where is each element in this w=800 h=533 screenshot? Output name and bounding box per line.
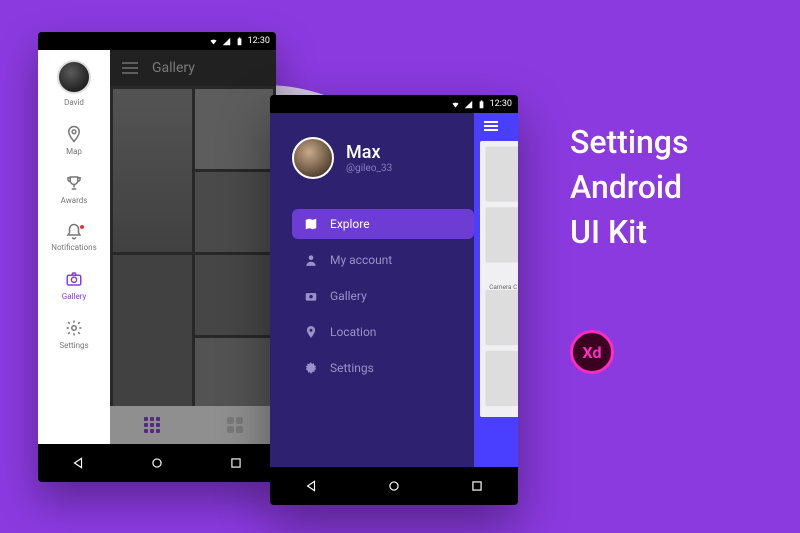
back-icon[interactable] [304,479,318,493]
drawer-menu: Explore My account Gallery Location Sett… [292,209,474,383]
status-time: 12:30 [248,36,270,46]
content-dim-overlay [110,50,276,444]
menu-item-explore[interactable]: Explore [292,209,474,239]
menu-item-account[interactable]: My account [292,245,474,275]
placeholder-thumb [486,207,518,262]
pin-icon [65,125,83,143]
menu-item-label: Gallery [330,289,367,303]
android-nav-bar [270,467,518,505]
promo-line: Settings [570,120,688,165]
user-block[interactable]: Max @gileo_33 [292,137,474,179]
battery-icon [477,100,486,109]
back-icon[interactable] [71,456,85,470]
sidebar-item-label: Map [66,147,82,156]
pin-icon [304,325,318,339]
home-icon[interactable] [387,479,401,493]
gallery-content: Gallery [110,50,276,444]
menu-item-gallery[interactable]: Gallery [292,281,474,311]
status-bar: 12:30 [270,95,518,113]
promo-line: UI Kit [570,210,688,255]
signal-icon [222,37,231,46]
menu-item-label: Settings [330,361,374,375]
placeholder-thumb [486,351,518,406]
gear-icon [65,319,83,337]
peek-label: Camera C [489,284,517,291]
phone-mockup-gallery: 12:30 David Map Awards Notifications Gal… [38,32,276,482]
avatar [292,137,334,179]
home-icon[interactable] [150,456,164,470]
sidebar-item-label: Awards [61,196,88,205]
sidebar-item-notifications[interactable]: Notifications [51,223,96,252]
phone-mockup-drawer: 12:30 Max @gileo_33 Explore My account [270,95,518,505]
gear-icon [304,361,318,375]
sidebar-item-label: Settings [59,341,88,350]
signal-icon [464,100,473,109]
menu-item-location[interactable]: Location [292,317,474,347]
drawer-nav: Max @gileo_33 Explore My account Gallery [270,113,474,467]
sidebar-item-settings[interactable]: Settings [59,319,88,350]
android-nav-bar [38,444,276,482]
placeholder-thumb [486,147,518,202]
promo-title: Settings Android UI Kit [570,120,688,254]
notification-dot-icon [80,225,84,229]
user-handle: @gileo_33 [346,163,392,174]
menu-item-label: My account [330,253,392,267]
peek-card: Camera C [480,141,518,417]
status-bar: 12:30 [38,32,276,50]
menu-item-settings[interactable]: Settings [292,353,474,383]
map-icon [304,217,318,231]
promo-line: Android [570,165,688,210]
sidebar-nav: David Map Awards Notifications Gallery S… [38,50,110,444]
sidebar-item-map[interactable]: Map [65,125,83,156]
hamburger-icon [484,121,498,131]
sidebar-item-gallery[interactable]: Gallery [62,270,87,301]
sidebar-item-label: Gallery [62,292,87,301]
wifi-icon [451,100,460,109]
battery-icon [235,37,244,46]
recent-icon[interactable] [229,456,243,470]
sidebar-username: David [64,98,84,107]
content-peek[interactable]: Camera C [474,113,518,467]
sidebar-item-label: Notifications [51,243,96,252]
camera-icon [65,270,83,288]
avatar[interactable] [57,60,91,94]
menu-item-label: Location [330,325,376,339]
status-time: 12:30 [490,99,512,109]
camera-icon [304,289,318,303]
xd-badge-icon: Xd [570,330,614,374]
recent-icon[interactable] [470,479,484,493]
sidebar-item-awards[interactable]: Awards [61,174,88,205]
wifi-icon [209,37,218,46]
user-name: Max [346,142,392,163]
placeholder-thumb [486,290,518,345]
person-icon [304,253,318,267]
trophy-icon [65,174,83,192]
menu-item-label: Explore [330,217,370,231]
